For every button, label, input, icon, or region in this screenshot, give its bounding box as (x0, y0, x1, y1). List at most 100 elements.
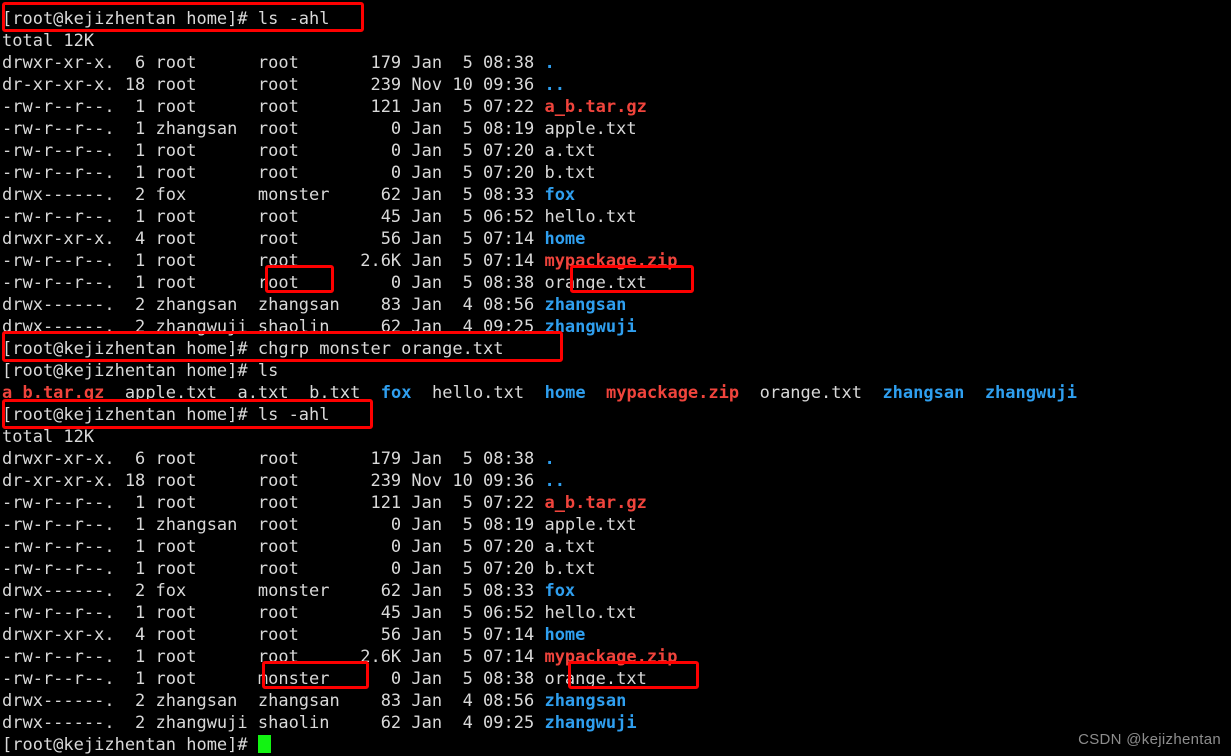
command-text: [root@kejizhentan home]# ls -ahl (2, 405, 330, 425)
file-name: a.txt (544, 537, 596, 557)
file-name: a.txt (237, 383, 289, 403)
file-name: orange.txt (544, 669, 647, 689)
ls-short-output-line: a_b.tar.gz apple.txt a.txt b.txt fox hel… (2, 382, 1077, 404)
listing-metadata: drwx------. 2 zhangwuji shaolin 62 Jan 4… (2, 713, 545, 733)
terminal-output-line: total 12K (2, 30, 94, 52)
listing-metadata: -rw-r--r--. 1 root root 0 Jan 5 07:20 (2, 537, 545, 557)
listing-metadata: -rw-r--r--. 1 root root 2.6K Jan 5 07:14 (2, 647, 545, 667)
listing-metadata: -rw-r--r--. 1 zhangsan root 0 Jan 5 08:1… (2, 515, 545, 535)
terminal-command-line: [root@kejizhentan home]# ls -ahl (2, 404, 330, 426)
listing-metadata: drwxr-xr-x. 4 root root 56 Jan 5 07:14 (2, 625, 545, 645)
listing-metadata: drwx------. 2 zhangwuji shaolin 62 Jan 4… (2, 317, 545, 337)
terminal-output-line: total 12K (2, 426, 94, 448)
listing-metadata: -rw-r--r--. 1 root root 2.6K Jan 5 07:14 (2, 251, 545, 271)
command-text: [root@kejizhentan home]# ls (2, 361, 279, 381)
file-listing-row: drwx------. 2 fox monster 62 Jan 5 08:33… (2, 184, 575, 206)
file-name: home (544, 383, 586, 403)
listing-metadata: -rw-r--r--. 1 root root 0 Jan 5 07:20 (2, 559, 545, 579)
file-listing-row: drwx------. 2 zhangwuji shaolin 62 Jan 4… (2, 712, 637, 734)
file-listing-row: -rw-r--r--. 1 root root 121 Jan 5 07:22 … (2, 492, 647, 514)
file-name: home (544, 625, 586, 645)
command-text: [root@kejizhentan home]# ls -ahl (2, 9, 330, 29)
file-name: b.txt (544, 559, 596, 579)
listing-metadata: dr-xr-xr-x. 18 root root 239 Nov 10 09:3… (2, 471, 545, 491)
file-listing-row: -rw-r--r--. 1 root root 45 Jan 5 06:52 h… (2, 206, 637, 228)
file-listing-row: drwxr-xr-x. 6 root root 179 Jan 5 08:38 … (2, 448, 555, 470)
file-listing-row: -rw-r--r--. 1 root root 0 Jan 5 07:20 a.… (2, 536, 596, 558)
watermark: CSDN @kejizhentan (1078, 731, 1221, 748)
file-name: a_b.tar.gz (544, 493, 647, 513)
file-name: apple.txt (124, 383, 217, 403)
file-name: orange.txt (544, 273, 647, 293)
file-listing-row: dr-xr-xr-x. 18 root root 239 Nov 10 09:3… (2, 74, 565, 96)
listing-metadata: total 12K (2, 427, 95, 447)
file-listing-row: -rw-r--r--. 1 root monster 0 Jan 5 08:38… (2, 668, 647, 690)
listing-metadata: drwx------. 2 fox monster 62 Jan 5 08:33 (2, 581, 545, 601)
file-name: apple.txt (544, 515, 637, 535)
listing-metadata: drwxr-xr-x. 4 root root 56 Jan 5 07:14 (2, 229, 545, 249)
listing-metadata: -rw-r--r--. 1 root root 45 Jan 5 06:52 (2, 207, 545, 227)
file-listing-row: -rw-r--r--. 1 root root 2.6K Jan 5 07:14… (2, 646, 678, 668)
file-name: b.txt (309, 383, 361, 403)
file-listing-row: drwxr-xr-x. 4 root root 56 Jan 5 07:14 h… (2, 228, 585, 250)
file-name: home (544, 229, 586, 249)
file-listing-row: -rw-r--r--. 1 zhangsan root 0 Jan 5 08:1… (2, 118, 637, 140)
listing-metadata: -rw-r--r--. 1 root root 0 Jan 5 07:20 (2, 141, 545, 161)
file-name: mypackage.zip (606, 383, 740, 403)
file-name: b.txt (544, 163, 596, 183)
file-listing-row: -rw-r--r--. 1 root root 0 Jan 5 07:20 a.… (2, 140, 596, 162)
listing-metadata: -rw-r--r--. 1 root root 0 Jan 5 07:20 (2, 163, 545, 183)
listing-metadata: -rw-r--r--. 1 root root 0 Jan 5 08:38 (2, 273, 545, 293)
file-name: hello.txt (544, 207, 637, 227)
listing-metadata: -rw-r--r--. 1 root monster 0 Jan 5 08:38 (2, 669, 545, 689)
file-listing-row: -rw-r--r--. 1 root root 121 Jan 5 07:22 … (2, 96, 647, 118)
file-name: . (544, 53, 555, 73)
file-listing-row: dr-xr-xr-x. 18 root root 239 Nov 10 09:3… (2, 470, 565, 492)
file-listing-row: drwxr-xr-x. 4 root root 56 Jan 5 07:14 h… (2, 624, 585, 646)
listing-metadata: drwx------. 2 zhangsan zhangsan 83 Jan 4… (2, 691, 545, 711)
file-name: zhangsan (544, 295, 627, 315)
terminal-command-line: [root@kejizhentan home]# ls -ahl (2, 8, 330, 30)
file-name: fox (544, 581, 576, 601)
listing-metadata: drwx------. 2 zhangsan zhangsan 83 Jan 4… (2, 295, 545, 315)
listing-metadata: drwx------. 2 fox monster 62 Jan 5 08:33 (2, 185, 545, 205)
listing-metadata: -rw-r--r--. 1 root root 121 Jan 5 07:22 (2, 493, 545, 513)
file-listing-row: -rw-r--r--. 1 root root 0 Jan 5 07:20 b.… (2, 162, 596, 184)
listing-metadata: drwxr-xr-x. 6 root root 179 Jan 5 08:38 (2, 53, 545, 73)
file-listing-row: -rw-r--r--. 1 zhangsan root 0 Jan 5 08:1… (2, 514, 637, 536)
file-name: fox (544, 185, 576, 205)
file-listing-row: -rw-r--r--. 1 root root 2.6K Jan 5 07:14… (2, 250, 678, 272)
listing-metadata: dr-xr-xr-x. 18 root root 239 Nov 10 09:3… (2, 75, 545, 95)
prompt-text: [root@kejizhentan home]# (2, 735, 258, 755)
file-name: .. (544, 75, 565, 95)
terminal-window[interactable]: [root@kejizhentan home]# ls -ahl total 12… (0, 0, 1231, 755)
file-listing-row: drwxr-xr-x. 6 root root 179 Jan 5 08:38 … (2, 52, 555, 74)
file-name: hello.txt (544, 603, 637, 623)
listing-metadata: -rw-r--r--. 1 root root 45 Jan 5 06:52 (2, 603, 545, 623)
file-name: zhangwuji (544, 317, 637, 337)
file-name: zhangsan (544, 691, 627, 711)
file-listing-row: drwx------. 2 zhangwuji shaolin 62 Jan 4… (2, 316, 637, 338)
cursor-block (257, 735, 271, 753)
file-name: zhangwuji (984, 383, 1077, 403)
file-name: fox (380, 383, 412, 403)
listing-metadata: drwxr-xr-x. 6 root root 179 Jan 5 08:38 (2, 449, 545, 469)
file-name: mypackage.zip (544, 251, 678, 271)
file-name: zhangsan (882, 383, 965, 403)
terminal-command-line: [root@kejizhentan home]# ls (2, 360, 278, 382)
listing-metadata: -rw-r--r--. 1 root root 121 Jan 5 07:22 (2, 97, 545, 117)
file-name: . (544, 449, 555, 469)
file-listing-row: drwx------. 2 fox monster 62 Jan 5 08:33… (2, 580, 575, 602)
file-name: a.txt (544, 141, 596, 161)
file-name: zhangwuji (544, 713, 637, 733)
file-name: .. (544, 471, 565, 491)
